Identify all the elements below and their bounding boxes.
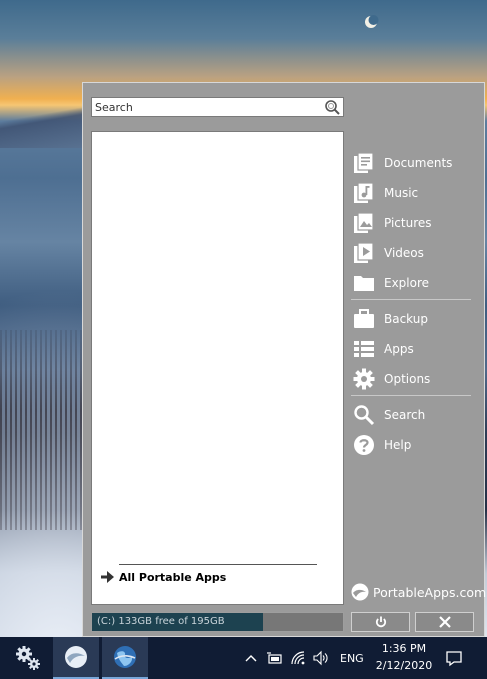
taskbar: ENG 1:36 PM 2/12/2020 bbox=[0, 637, 487, 679]
menu-item-apps[interactable]: Apps bbox=[353, 337, 473, 361]
search-magnifier-icon[interactable] bbox=[324, 99, 341, 116]
menu-item-label: Videos bbox=[384, 246, 424, 260]
gear-icon bbox=[353, 368, 375, 390]
menu-item-videos[interactable]: Videos bbox=[353, 241, 473, 265]
app-list-divider bbox=[119, 564, 317, 565]
list-icon bbox=[354, 341, 374, 357]
globe-icon bbox=[114, 646, 136, 668]
all-portable-apps-link[interactable]: All Portable Apps bbox=[101, 569, 226, 585]
power-button[interactable] bbox=[351, 612, 410, 632]
portableapps-logo-text: PortableApps.com bbox=[373, 584, 487, 600]
taskbar-settings-button[interactable] bbox=[5, 637, 51, 679]
gears-icon bbox=[16, 646, 40, 670]
portableapps-logo-icon bbox=[351, 583, 369, 601]
menu-item-label: Documents bbox=[384, 156, 453, 170]
app-list-panel[interactable]: All Portable Apps bbox=[91, 131, 344, 605]
arrow-right-icon bbox=[101, 571, 114, 583]
drive-space-label: (C:) 133GB free of 195GB bbox=[97, 616, 225, 627]
menu-item-label: Search bbox=[384, 408, 426, 422]
notification-icon[interactable] bbox=[445, 649, 463, 667]
menu-item-label: Help bbox=[384, 438, 412, 452]
menu-separator bbox=[351, 395, 471, 396]
language-indicator[interactable]: ENG bbox=[340, 652, 364, 665]
menu-item-backup[interactable]: Backup bbox=[353, 307, 473, 331]
menu-item-label: Music bbox=[384, 186, 419, 200]
moon-icon bbox=[365, 15, 379, 28]
clock[interactable]: 1:36 PM 2/12/2020 bbox=[372, 641, 436, 672]
menu-item-music[interactable]: Music bbox=[353, 181, 473, 205]
wallpaper-mountains bbox=[0, 88, 82, 148]
documents-icon bbox=[354, 152, 374, 173]
music-icon bbox=[354, 182, 374, 203]
search-box[interactable] bbox=[91, 97, 344, 117]
menu-item-explore[interactable]: Explore bbox=[353, 271, 473, 295]
menu-item-pictures[interactable]: Pictures bbox=[353, 211, 473, 235]
menu-item-label: Explore bbox=[384, 276, 430, 290]
taskbar-globe-app-button[interactable] bbox=[102, 637, 148, 679]
menu-item-help[interactable]: Help bbox=[353, 433, 473, 457]
drive-space-bar: (C:) 133GB free of 195GB bbox=[91, 612, 344, 632]
menu-item-documents[interactable]: Documents bbox=[353, 151, 473, 175]
menu-item-label: Pictures bbox=[384, 216, 432, 230]
volume-icon[interactable] bbox=[313, 650, 329, 666]
help-icon bbox=[354, 435, 374, 455]
menu-item-search[interactable]: Search bbox=[353, 403, 473, 427]
wifi-icon[interactable] bbox=[290, 650, 306, 666]
folder-icon bbox=[354, 276, 374, 291]
pictures-icon bbox=[354, 212, 374, 233]
portableapps-menu: All Portable Apps (C:) 133GB free of 195… bbox=[82, 82, 486, 637]
clock-date: 2/12/2020 bbox=[375, 659, 433, 672]
power-icon bbox=[375, 616, 386, 628]
clock-time: 1:36 PM bbox=[381, 642, 427, 655]
portableapps-logo[interactable]: PortableApps.com bbox=[351, 583, 486, 601]
menu-item-options[interactable]: Options bbox=[353, 367, 473, 391]
menu-item-label: Options bbox=[384, 372, 431, 386]
menu-separator bbox=[351, 299, 471, 300]
close-button[interactable] bbox=[415, 612, 474, 632]
menu-item-label: Apps bbox=[384, 342, 414, 356]
taskbar-portableapps-button[interactable] bbox=[53, 637, 99, 679]
battery-icon[interactable] bbox=[266, 650, 282, 666]
search-input[interactable] bbox=[95, 100, 321, 114]
chevron-up-icon[interactable] bbox=[243, 650, 259, 666]
search-icon bbox=[354, 405, 375, 426]
wallpaper-trees bbox=[0, 330, 82, 530]
portableapps-taskbar-icon bbox=[65, 646, 87, 668]
all-apps-label: All Portable Apps bbox=[119, 570, 227, 584]
close-icon bbox=[438, 616, 451, 628]
briefcase-icon bbox=[354, 309, 374, 328]
menu-item-label: Backup bbox=[384, 312, 428, 326]
videos-icon bbox=[354, 242, 374, 263]
